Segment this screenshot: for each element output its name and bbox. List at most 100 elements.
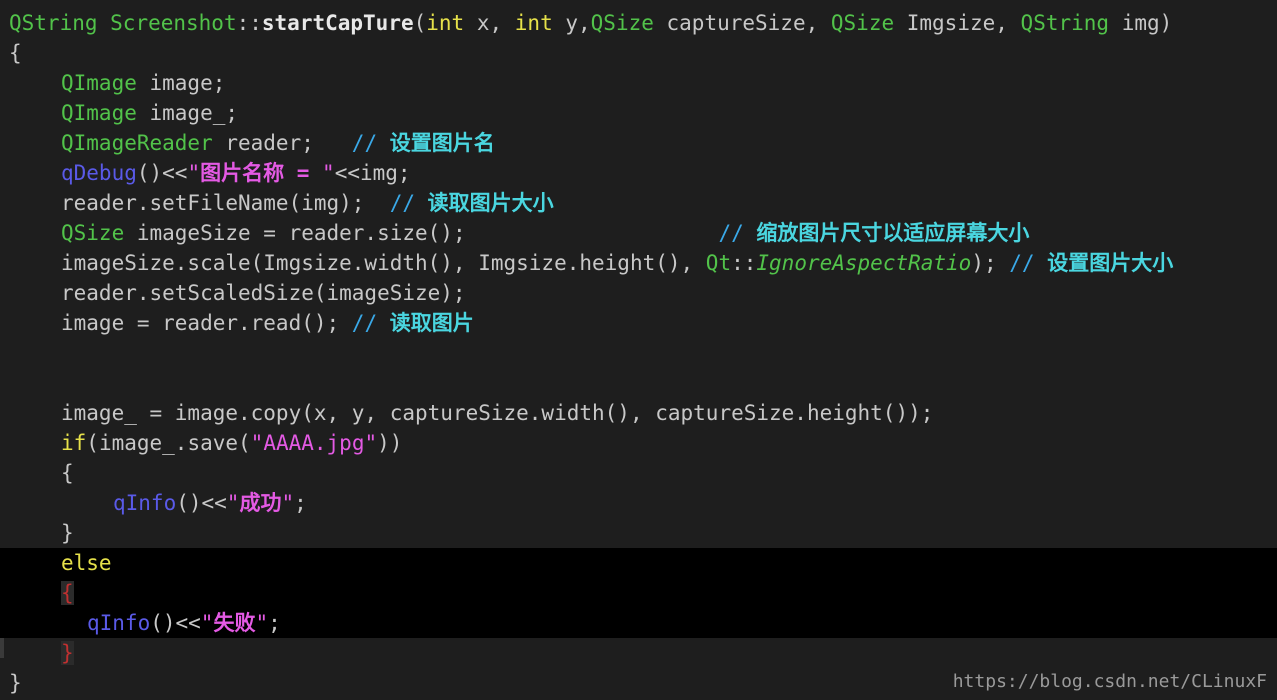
code-token: 设置图片大小 bbox=[1047, 251, 1174, 275]
code-token: QImageReader bbox=[61, 131, 213, 155]
code-line-content: } bbox=[61, 638, 74, 668]
code-token: // bbox=[718, 221, 757, 245]
code-token: QString bbox=[9, 11, 111, 35]
code-token: <<img; bbox=[334, 161, 411, 185]
code-token: " bbox=[281, 491, 295, 515]
code-line[interactable]: QString Screenshot::startCapTure(int x, … bbox=[0, 8, 1277, 38]
code-token: image_; bbox=[136, 101, 239, 125]
code-token: 设置图片名 bbox=[389, 131, 495, 155]
code-token: 读取图片大小 bbox=[427, 191, 554, 215]
code-token: reader.setScaledSize(imageSize); bbox=[61, 281, 466, 305]
code-token: reader; bbox=[212, 131, 352, 155]
code-token: :: bbox=[731, 251, 757, 275]
code-token: " bbox=[200, 611, 214, 635]
code-line[interactable]: qInfo()<<"失败"; bbox=[0, 608, 1277, 638]
code-line-content: QImage image; bbox=[61, 68, 225, 98]
code-line[interactable]: } bbox=[0, 518, 1277, 548]
code-token: " bbox=[255, 611, 269, 635]
code-token: Imgsize, bbox=[894, 11, 1021, 35]
code-token: 图片名称 = bbox=[200, 161, 323, 185]
code-line[interactable]: QSize imageSize = reader.size(); // 缩放图片… bbox=[0, 218, 1277, 248]
code-token: (image_.save( bbox=[86, 431, 251, 455]
code-line[interactable]: { bbox=[0, 38, 1277, 68]
code-token: 缩放图片尺寸以适应屏幕大小 bbox=[756, 221, 1030, 245]
code-token: qInfo bbox=[87, 611, 151, 635]
code-token: reader.setFileName(img); bbox=[61, 191, 390, 215]
code-line-content: imageSize.scale(Imgsize.width(), Imgsize… bbox=[61, 248, 1173, 278]
code-line[interactable]: imageSize.scale(Imgsize.width(), Imgsize… bbox=[0, 248, 1277, 278]
code-token: { bbox=[61, 461, 74, 485]
code-line[interactable]: QImage image_; bbox=[0, 98, 1277, 128]
code-token: 失败 bbox=[213, 611, 256, 635]
code-token: int bbox=[514, 11, 553, 35]
code-token: ()<< bbox=[150, 611, 201, 635]
code-line[interactable]: reader.setScaledSize(imageSize); bbox=[0, 278, 1277, 308]
code-token: if bbox=[61, 431, 87, 455]
code-token: // bbox=[389, 191, 428, 215]
code-token: int bbox=[426, 11, 465, 35]
code-line[interactable]: image = reader.read(); // 读取图片 bbox=[0, 308, 1277, 338]
code-line[interactable]: else bbox=[0, 548, 1277, 578]
code-line-content: { bbox=[9, 38, 22, 68]
code-line[interactable]: } bbox=[0, 638, 1277, 668]
code-token: Screenshot bbox=[110, 11, 237, 35]
code-line-content: else bbox=[61, 548, 112, 578]
code-token: " bbox=[226, 491, 240, 515]
code-line-content: image = reader.read(); // 读取图片 bbox=[61, 308, 474, 338]
code-token: ); bbox=[971, 251, 1010, 275]
code-token: image; bbox=[136, 71, 226, 95]
code-token: } bbox=[61, 641, 74, 665]
code-token: img) bbox=[1109, 11, 1173, 35]
code-token: :: bbox=[236, 11, 262, 35]
code-line-content: QImageReader reader; // 设置图片名 bbox=[61, 128, 495, 158]
code-line-content: { bbox=[61, 578, 74, 608]
code-token: )) bbox=[377, 431, 403, 455]
code-token: ()<< bbox=[136, 161, 188, 185]
code-line-content: QImage image_; bbox=[61, 98, 238, 128]
code-token: qInfo bbox=[113, 491, 177, 515]
code-token: image_ = image.copy(x, y, captureSize.wi… bbox=[61, 401, 934, 425]
code-line[interactable]: if(image_.save("AAAA.jpg")) bbox=[0, 428, 1277, 458]
code-token: QSize bbox=[830, 11, 895, 35]
code-token: QImage bbox=[61, 101, 137, 125]
code-token: { bbox=[61, 581, 74, 605]
code-line[interactable] bbox=[0, 338, 1277, 368]
code-line[interactable]: qDebug()<<"图片名称 = "<<img; bbox=[0, 158, 1277, 188]
code-token: 成功 bbox=[239, 491, 282, 515]
code-token: QString bbox=[1020, 11, 1110, 35]
code-token: "AAAA.jpg" bbox=[250, 431, 378, 455]
code-token: } bbox=[61, 521, 74, 545]
code-line[interactable] bbox=[0, 368, 1277, 398]
code-line[interactable]: { bbox=[0, 578, 1277, 608]
code-token: 读取图片 bbox=[389, 311, 474, 335]
code-line-content: reader.setScaledSize(imageSize); bbox=[61, 278, 466, 308]
code-token: captureSize, bbox=[653, 11, 831, 35]
code-token: x, bbox=[464, 11, 515, 35]
code-line[interactable]: qInfo()<<"成功"; bbox=[0, 488, 1277, 518]
code-line-content: image_ = image.copy(x, y, captureSize.wi… bbox=[61, 398, 933, 428]
code-token: ( bbox=[413, 11, 427, 35]
code-token: imageSize = reader.size(); bbox=[124, 221, 719, 245]
code-token: QSize bbox=[61, 221, 125, 245]
code-token: // bbox=[351, 131, 390, 155]
code-token: } bbox=[9, 671, 22, 695]
code-line[interactable]: QImage image; bbox=[0, 68, 1277, 98]
code-line[interactable]: image_ = image.copy(x, y, captureSize.wi… bbox=[0, 398, 1277, 428]
code-line[interactable]: { bbox=[0, 458, 1277, 488]
code-line-content: } bbox=[9, 668, 22, 698]
code-line[interactable]: reader.setFileName(img); // 读取图片大小 bbox=[0, 188, 1277, 218]
code-line[interactable]: QImageReader reader; // 设置图片名 bbox=[0, 128, 1277, 158]
code-token: else bbox=[61, 551, 112, 575]
code-line-content: { bbox=[61, 458, 74, 488]
code-token: // bbox=[1009, 251, 1048, 275]
code-token: " bbox=[322, 161, 335, 185]
code-token: ()<< bbox=[176, 491, 227, 515]
code-editor[interactable]: QString Screenshot::startCapTure(int x, … bbox=[0, 0, 1277, 700]
watermark-url: https://blog.csdn.net/CLinuxF bbox=[952, 671, 1267, 692]
code-token: { bbox=[9, 41, 22, 65]
code-token: " bbox=[187, 161, 201, 185]
code-token: image = reader.read(); bbox=[61, 311, 352, 335]
code-token: startCapTure bbox=[261, 11, 414, 35]
code-line-content: if(image_.save("AAAA.jpg")) bbox=[61, 428, 402, 458]
code-line-content: qInfo()<<"失败"; bbox=[87, 608, 281, 638]
